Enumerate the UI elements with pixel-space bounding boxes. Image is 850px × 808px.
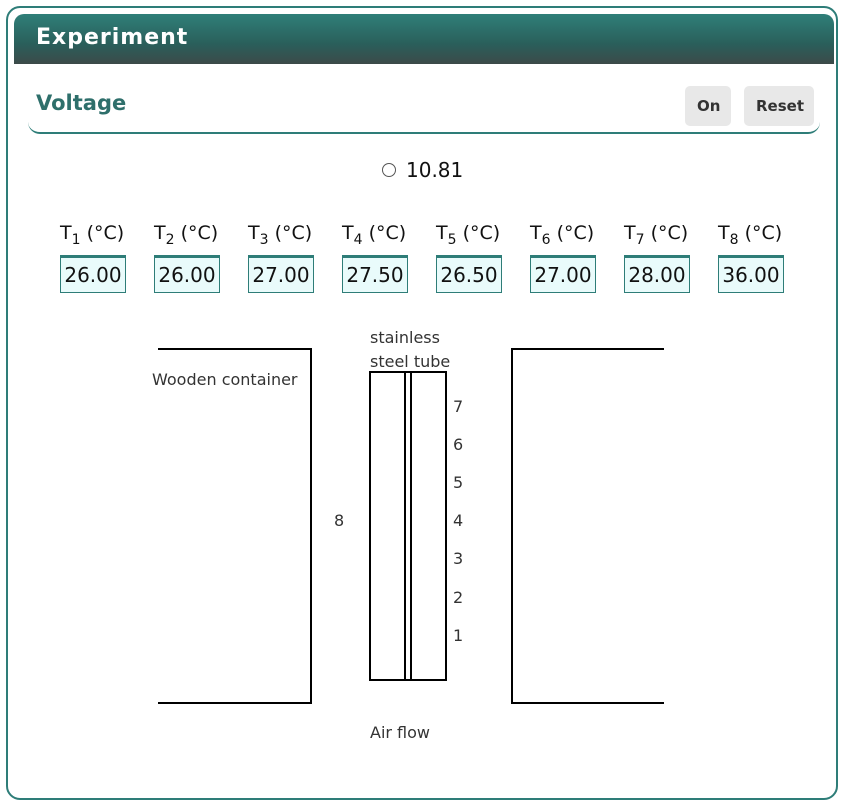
temp-label-2: T2 (°C) — [154, 222, 218, 248]
temp-label-unit: (°C) — [550, 222, 595, 244]
temp-label-8: T8 (°C) — [718, 222, 782, 248]
temp-label-unit: (°C) — [268, 222, 313, 244]
left-container-wall — [158, 348, 312, 704]
temp-value-field-4: 27.50 — [342, 255, 408, 293]
sensor-label-2: 2 — [453, 588, 464, 607]
panel-header: Experiment — [14, 14, 834, 64]
temp-label-index: 8 — [729, 231, 739, 248]
temp-label-unit: (°C) — [456, 222, 501, 244]
voltage-radio[interactable] — [382, 163, 396, 177]
temp-label-prefix: T — [530, 222, 542, 244]
temp-label-prefix: T — [342, 222, 354, 244]
sensor-label-1: 1 — [453, 626, 464, 645]
reset-button[interactable]: Reset — [744, 86, 814, 126]
temp-value-field-7: 28.00 — [624, 255, 690, 293]
sensor-label-4: 4 — [453, 511, 464, 530]
temp-label-unit: (°C) — [644, 222, 689, 244]
voltage-subheader: Voltage On Reset — [28, 78, 820, 134]
temp-label-prefix: T — [718, 222, 730, 244]
temp-value-field-8: 36.00 — [718, 255, 784, 293]
temp-value-field-5: 26.50 — [436, 255, 502, 293]
voltage-title: Voltage — [36, 91, 127, 115]
temp-label-prefix: T — [436, 222, 448, 244]
temp-label-4: T4 (°C) — [342, 222, 406, 248]
temp-label-prefix: T — [154, 222, 166, 244]
temp-label-prefix: T — [60, 222, 72, 244]
tube-label-line1: stainless — [370, 328, 440, 347]
temp-value-field-6: 27.00 — [530, 255, 596, 293]
apparatus-diagram: Wooden container stainless steel tube Ai… — [0, 320, 850, 760]
voltage-value: 10.81 — [406, 158, 464, 182]
temp-label-1: T1 (°C) — [60, 222, 124, 248]
sensor-label-3: 3 — [453, 549, 464, 568]
wooden-container-label: Wooden container — [152, 370, 298, 389]
temp-label-5: T5 (°C) — [436, 222, 500, 248]
temp-value-field-2: 26.00 — [154, 255, 220, 293]
temp-label-index: 2 — [165, 231, 175, 248]
temp-label-unit: (°C) — [362, 222, 407, 244]
temp-value-field-1: 26.00 — [60, 255, 126, 293]
sensor-label-7: 7 — [453, 397, 464, 416]
temp-label-index: 3 — [259, 231, 269, 248]
temp-label-index: 1 — [71, 231, 81, 248]
temp-label-prefix: T — [624, 222, 636, 244]
temp-label-index: 7 — [635, 231, 645, 248]
temp-label-7: T7 (°C) — [624, 222, 688, 248]
panel-title: Experiment — [36, 25, 189, 50]
sensor-label-6: 6 — [453, 435, 464, 454]
tube-right-half — [410, 371, 447, 681]
temp-label-unit: (°C) — [174, 222, 219, 244]
apparatus-drawing — [158, 348, 664, 704]
temp-label-index: 5 — [447, 231, 457, 248]
temp-label-6: T6 (°C) — [530, 222, 594, 248]
tube-label-line2: steel tube — [370, 352, 451, 371]
sensor-label-5: 5 — [453, 473, 464, 492]
on-button[interactable]: On — [685, 86, 731, 126]
voltage-reading: 10.81 — [382, 158, 463, 182]
air-flow-label: Air flow — [370, 723, 431, 742]
tube-left-half — [369, 371, 406, 681]
temp-label-unit: (°C) — [738, 222, 783, 244]
temp-label-3: T3 (°C) — [248, 222, 312, 248]
temp-label-index: 6 — [541, 231, 551, 248]
temp-label-prefix: T — [248, 222, 260, 244]
right-container-wall — [511, 348, 664, 704]
temp-value-field-3: 27.00 — [248, 255, 314, 293]
temp-label-index: 4 — [353, 231, 363, 248]
temp-label-unit: (°C) — [80, 222, 125, 244]
sensor-label-8: 8 — [334, 511, 345, 530]
